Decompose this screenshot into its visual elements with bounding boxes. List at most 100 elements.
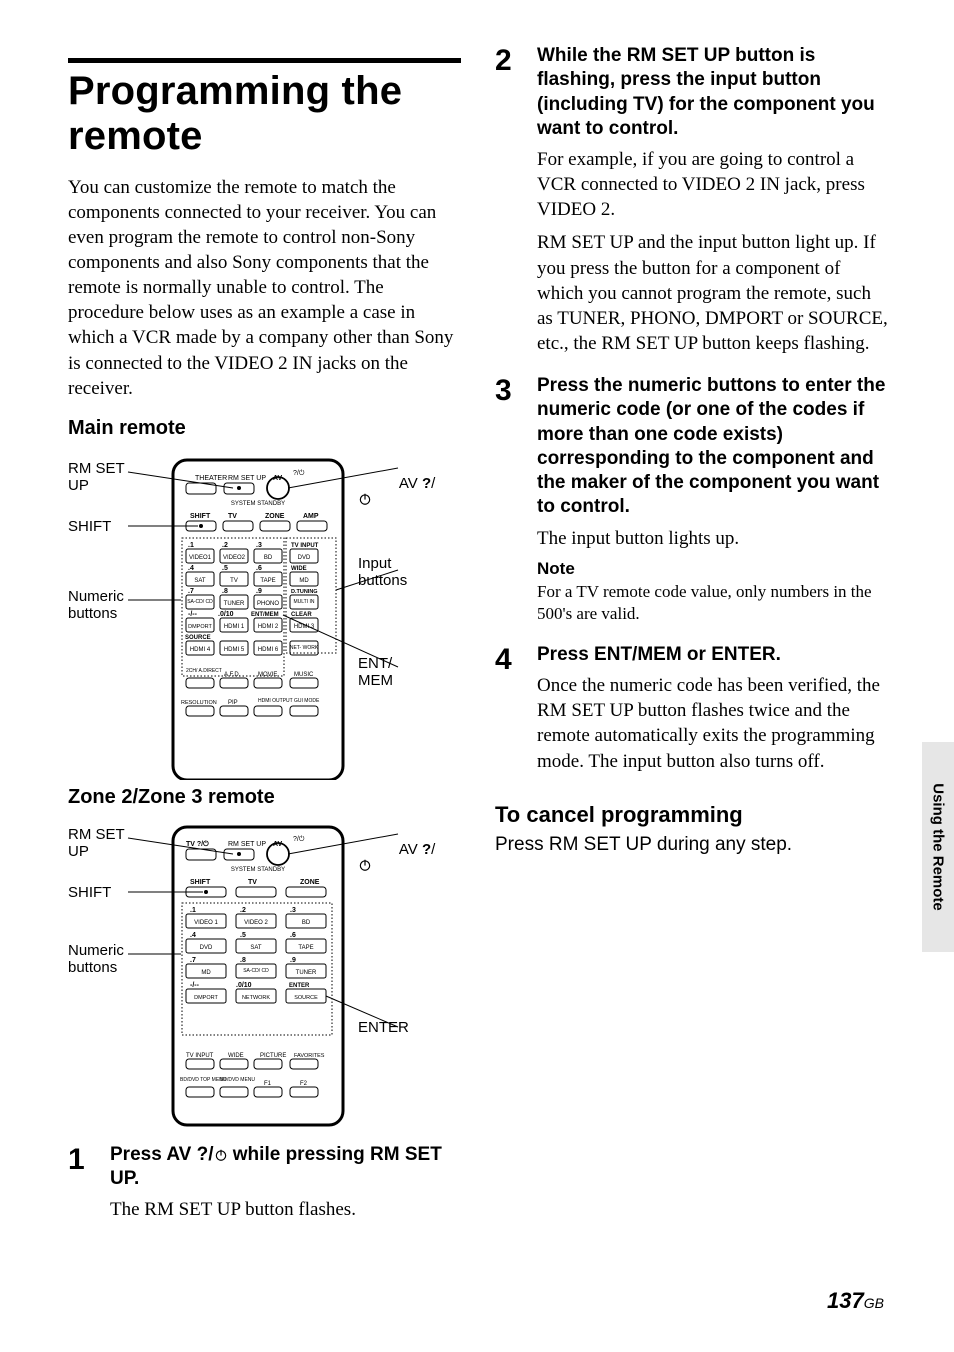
cancel-heading: To cancel programming — [495, 802, 888, 828]
step-2-number: 2 — [495, 44, 537, 364]
svg-text:NETWORK: NETWORK — [242, 995, 270, 1001]
svg-text:HDMI 1: HDMI 1 — [224, 624, 245, 630]
zone-remote-heading: Zone 2/Zone 3 remote — [68, 786, 461, 809]
svg-text:MOVIE: MOVIE — [258, 672, 277, 678]
callout-numeric: Numeric buttons — [68, 588, 124, 623]
svg-text:TUNER: TUNER — [224, 601, 245, 607]
step-2: 2 While the RM SET UP button is flashing… — [495, 44, 888, 364]
svg-text:F1: F1 — [264, 1081, 272, 1087]
step-2-para1: For example, if you are going to control… — [537, 147, 888, 222]
side-tab-label: Using the Remote — [930, 783, 947, 911]
svg-text:-/--: -/-- — [188, 611, 198, 618]
lbl-theater: THEATER — [195, 475, 227, 482]
svg-text:VIDEO 2: VIDEO 2 — [244, 920, 268, 926]
svg-text:GUI MODE: GUI MODE — [294, 698, 320, 704]
side-tab: Using the Remote — [922, 742, 954, 952]
svg-text:.3: .3 — [256, 542, 262, 549]
page-title: Programming the remote — [68, 69, 461, 159]
lbl-rmsetup: RM SET UP — [228, 475, 266, 482]
lbl-shift: SHIFT — [190, 513, 211, 520]
svg-text:.3: .3 — [290, 907, 296, 914]
callout-rmsetup-zone: RM SET UP — [68, 826, 125, 861]
callout-rmsetup: RM SET UP — [68, 460, 125, 495]
step-4: 4 Press ENT/MEM or ENTER. Once the numer… — [495, 643, 888, 782]
svg-text:DMPORT: DMPORT — [188, 624, 212, 630]
callout-input: Input buttons — [358, 555, 407, 590]
svg-text:RM SET UP: RM SET UP — [228, 841, 266, 848]
svg-text:D.TUNING: D.TUNING — [291, 589, 318, 595]
svg-text:.7: .7 — [188, 588, 194, 595]
svg-text:.8: .8 — [240, 957, 246, 964]
svg-text:.4: .4 — [188, 565, 194, 572]
step-1: 1 Press AV ?/ while pressing RM SET UP. … — [68, 1143, 461, 1231]
svg-text:.0/10: .0/10 — [218, 611, 234, 618]
intro-paragraph: You can customize the remote to match th… — [68, 175, 461, 401]
svg-text:BD: BD — [302, 920, 311, 926]
svg-text:HDMI 6: HDMI 6 — [258, 647, 279, 653]
step-4-number: 4 — [495, 643, 537, 782]
step-3-number: 3 — [495, 374, 537, 633]
callout-av-zone: AV ?/ — [358, 824, 435, 907]
lbl-zone: ZONE — [265, 513, 285, 520]
svg-text:F2: F2 — [300, 1081, 308, 1087]
svg-text:FAVORITES: FAVORITES — [294, 1053, 325, 1059]
svg-text:PICTURE: PICTURE — [260, 1053, 286, 1059]
svg-text:TAPE: TAPE — [260, 578, 275, 584]
callout-shift: SHIFT — [68, 518, 111, 535]
svg-text:VIDEO 1: VIDEO 1 — [194, 920, 218, 926]
svg-text:.5: .5 — [240, 932, 246, 939]
svg-text:SAT: SAT — [250, 945, 262, 951]
svg-text:DMPORT: DMPORT — [194, 995, 218, 1001]
svg-text:?/⏻: ?/⏻ — [293, 469, 305, 477]
title-rule — [68, 58, 461, 63]
svg-text:.0/10: .0/10 — [236, 982, 252, 989]
svg-text:A.F.D.: A.F.D. — [224, 672, 241, 678]
svg-text:.2: .2 — [222, 542, 228, 549]
svg-text:VIDEO2: VIDEO2 — [223, 555, 246, 561]
step-1-para: The RM SET UP button flashes. — [110, 1197, 461, 1222]
svg-text:NET- WORK: NET- WORK — [290, 645, 319, 651]
lbl-tv: TV — [228, 513, 237, 520]
svg-text:.4: .4 — [190, 932, 196, 939]
svg-text:TV ?/⏻: TV ?/⏻ — [186, 840, 209, 848]
page-number: 137GB — [827, 1288, 884, 1314]
step-4-para: Once the numeric code has been verified,… — [537, 673, 888, 773]
svg-text:HDMI OUTPUT: HDMI OUTPUT — [258, 698, 293, 704]
svg-text:.1: .1 — [190, 907, 196, 914]
step-2-head: While the RM SET UP button is flashing, … — [537, 44, 888, 141]
svg-text:2CH/ A.DIRECT: 2CH/ A.DIRECT — [186, 668, 222, 674]
svg-text:DVD: DVD — [200, 945, 213, 951]
svg-text:TV INPUT: TV INPUT — [186, 1053, 214, 1059]
svg-text:WIDE: WIDE — [291, 566, 307, 572]
cancel-body: Press RM SET UP during any step. — [495, 834, 888, 856]
svg-text:BD: BD — [264, 555, 273, 561]
power-icon — [358, 858, 372, 872]
svg-text:SAT: SAT — [194, 578, 206, 584]
svg-text:PIP: PIP — [228, 700, 238, 706]
step-3-para: The input button lights up. — [537, 526, 888, 551]
lbl-amp: AMP — [303, 513, 319, 520]
step-3-note-head: Note — [537, 559, 888, 579]
svg-text:TV: TV — [230, 578, 238, 584]
callout-numeric-zone: Numeric buttons — [68, 942, 124, 977]
svg-text:ENTER: ENTER — [289, 983, 310, 989]
svg-text:MD: MD — [299, 578, 309, 584]
svg-text:.5: .5 — [222, 565, 228, 572]
svg-text:WIDE: WIDE — [228, 1053, 244, 1059]
svg-text:.6: .6 — [290, 932, 296, 939]
lbl-system-standby: SYSTEM STANDBY — [231, 501, 285, 507]
svg-text:?/⏻: ?/⏻ — [293, 835, 305, 843]
step-1-head: Press AV ?/ while pressing RM SET UP. — [110, 1143, 461, 1192]
power-icon — [358, 492, 372, 506]
svg-text:.9: .9 — [290, 957, 296, 964]
step-2-para2: RM SET UP and the input button light up.… — [537, 230, 888, 355]
svg-text:SA-CD/ CD: SA-CD/ CD — [187, 599, 213, 605]
svg-text:MD: MD — [201, 970, 211, 976]
svg-text:SYSTEM STANDBY: SYSTEM STANDBY — [231, 867, 285, 873]
svg-text:ZONE: ZONE — [300, 879, 320, 886]
svg-text:MUSIC: MUSIC — [294, 672, 314, 678]
step-3-note-body: For a TV remote code value, only numbers… — [537, 581, 888, 625]
step-3: 3 Press the numeric buttons to enter the… — [495, 374, 888, 633]
step-4-head: Press ENT/MEM or ENTER. — [537, 643, 888, 667]
svg-text:.7: .7 — [190, 957, 196, 964]
